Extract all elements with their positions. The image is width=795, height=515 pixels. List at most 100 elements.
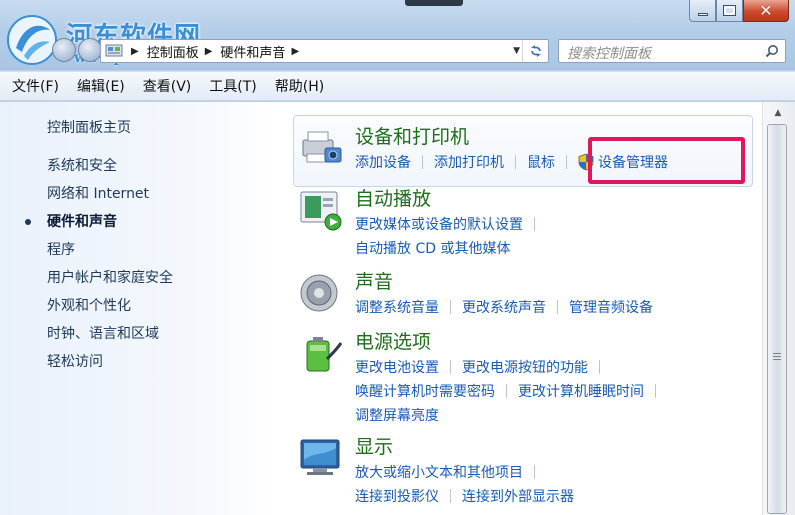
- category-title-power[interactable]: 电源选项: [355, 327, 431, 354]
- speaker-icon: [300, 274, 338, 312]
- sidebar-item-label: 轻松访问: [47, 354, 103, 370]
- minimize-icon: [697, 13, 708, 16]
- sidebar-item-label: 系统和安全: [47, 158, 117, 174]
- link-add-device[interactable]: 添加设备: [355, 152, 411, 172]
- menu-tools[interactable]: 工具(T): [209, 76, 256, 96]
- sidebar-item-ease-of-access[interactable]: 轻松访问: [47, 352, 173, 380]
- category-links-autoplay: 更改媒体或设备的默认设置 自动播放 CD 或其他媒体: [355, 212, 546, 260]
- caption-buttons: ✕: [689, 0, 789, 22]
- link-change-power-buttons[interactable]: 更改电源按钮的功能: [462, 357, 588, 377]
- link-separator: [506, 384, 507, 398]
- control-panel-icon: [103, 40, 125, 62]
- link-change-sleep-time[interactable]: 更改计算机睡眠时间: [518, 381, 644, 401]
- breadcrumb-arrow-icon[interactable]: ▶: [131, 46, 139, 57]
- address-dropdown-icon[interactable]: ▼: [513, 46, 520, 56]
- breadcrumb-control-panel[interactable]: 控制面板: [147, 42, 199, 61]
- category-title-devices[interactable]: 设备和打印机: [355, 122, 469, 149]
- main-panel: 设备和打印机 添加设备 添加打印机 鼠标 设备管理器 自动播放 更改媒体或设备的…: [277, 102, 762, 515]
- link-change-battery-settings[interactable]: 更改电池设置: [355, 357, 439, 377]
- link-mouse[interactable]: 鼠标: [527, 152, 555, 172]
- category-links-display: 放大或缩小文本和其他项目 连接到投影仪 连接到外部显示器: [355, 460, 574, 508]
- active-bullet-icon: [25, 219, 31, 225]
- scroll-grip-icon: [773, 353, 781, 362]
- breadcrumb-arrow-icon[interactable]: ▶: [205, 46, 213, 57]
- link-separator: [557, 300, 558, 314]
- breadcrumb-hardware-sound[interactable]: 硬件和声音: [220, 42, 285, 61]
- monitor-icon: [300, 439, 340, 475]
- link-separator: [450, 360, 451, 374]
- sidebar: 控制面板主页 系统和安全 网络和 Internet 硬件和声音 程序 用户帐户和…: [0, 102, 277, 515]
- menu-help[interactable]: 帮助(H): [275, 76, 324, 96]
- scroll-thumb[interactable]: [767, 124, 787, 514]
- menu-edit[interactable]: 编辑(E): [77, 76, 125, 96]
- link-manage-audio-devices[interactable]: 管理音频设备: [569, 297, 653, 317]
- link-separator: [566, 155, 567, 169]
- menu-bar: 文件(F) 编辑(E) 查看(V) 工具(T) 帮助(H): [0, 71, 795, 101]
- search-placeholder: 搜索控制面板: [567, 46, 651, 62]
- sidebar-item-programs[interactable]: 程序: [47, 240, 173, 268]
- sidebar-item-hardware-sound[interactable]: 硬件和声音: [25, 212, 173, 240]
- link-connect-projector[interactable]: 连接到投影仪: [355, 486, 439, 506]
- link-autoplay-cd[interactable]: 自动播放 CD 或其他媒体: [355, 238, 510, 258]
- vertical-scrollbar[interactable]: ▲: [762, 102, 795, 515]
- sidebar-item-label: 程序: [47, 242, 75, 258]
- sidebar-item-network-internet[interactable]: 网络和 Internet: [47, 184, 173, 212]
- close-icon: ✕: [759, 0, 773, 20]
- search-icon[interactable]: [765, 44, 779, 58]
- sidebar-list: 系统和安全 网络和 Internet 硬件和声音 程序 用户帐户和家庭安全 外观…: [25, 156, 173, 380]
- refresh-button[interactable]: [522, 40, 548, 62]
- link-device-manager[interactable]: 设备管理器: [578, 152, 668, 172]
- sidebar-item-system-security[interactable]: 系统和安全: [47, 156, 173, 184]
- maximize-icon: [723, 5, 736, 16]
- breadcrumb-arrow-icon[interactable]: ▶: [291, 46, 299, 57]
- top-notch: [405, 0, 463, 6]
- link-separator: [515, 155, 516, 169]
- sidebar-item-appearance[interactable]: 外观和个性化: [47, 296, 173, 324]
- forward-button[interactable]: [78, 38, 102, 62]
- sidebar-home-link[interactable]: 控制面板主页: [47, 117, 131, 137]
- link-separator: [450, 489, 451, 503]
- sidebar-item-clock-region[interactable]: 时钟、语言和区域: [47, 324, 173, 352]
- sidebar-item-user-accounts[interactable]: 用户帐户和家庭安全: [47, 268, 173, 296]
- battery-icon: [306, 337, 343, 372]
- sidebar-item-label: 用户帐户和家庭安全: [47, 270, 173, 286]
- uac-shield-icon: [578, 153, 594, 171]
- window-chrome: 河东软件网 www.pc0359.cn ✕ ▶ 控制面板 ▶ 硬件和声音 ▶ ▼: [0, 0, 795, 70]
- sidebar-item-label: 时钟、语言和区域: [47, 326, 159, 342]
- search-input[interactable]: 搜索控制面板: [558, 39, 786, 63]
- category-title-sound[interactable]: 声音: [355, 267, 393, 294]
- link-change-media-defaults[interactable]: 更改媒体或设备的默认设置: [355, 214, 523, 234]
- close-button[interactable]: ✕: [743, 0, 789, 22]
- content-area: 控制面板主页 系统和安全 网络和 Internet 硬件和声音 程序 用户帐户和…: [0, 102, 795, 515]
- sidebar-item-label: 外观和个性化: [47, 298, 131, 314]
- link-adjust-volume[interactable]: 调整系统音量: [355, 297, 439, 317]
- link-adjust-brightness[interactable]: 调整屏幕亮度: [355, 405, 439, 425]
- autoplay-icon: [300, 191, 342, 231]
- menu-file[interactable]: 文件(F): [12, 76, 59, 96]
- category-links-sound: 调整系统音量 更改系统声音 管理音频设备: [355, 295, 653, 319]
- sidebar-item-label: 硬件和声音: [47, 214, 117, 230]
- sidebar-item-label: 网络和 Internet: [47, 186, 150, 202]
- link-separator: [450, 300, 451, 314]
- category-links-devices: 添加设备 添加打印机 鼠标 设备管理器: [355, 150, 668, 174]
- link-separator: [422, 155, 423, 169]
- category-title-display[interactable]: 显示: [355, 432, 393, 459]
- link-require-password-wake[interactable]: 唤醒计算机时需要密码: [355, 381, 495, 401]
- maximize-button[interactable]: [716, 0, 743, 22]
- link-device-manager-label: 设备管理器: [598, 155, 668, 171]
- menu-view[interactable]: 查看(V): [143, 76, 192, 96]
- link-separator: [599, 360, 600, 374]
- back-button[interactable]: [52, 38, 76, 62]
- category-title-autoplay[interactable]: 自动播放: [355, 184, 431, 211]
- printer-camera-icon: [302, 131, 342, 163]
- watermark-logo-icon: [7, 15, 57, 65]
- scroll-up-arrow-icon[interactable]: ▲: [769, 108, 787, 122]
- category-links-power: 更改电池设置 更改电源按钮的功能 唤醒计算机时需要密码 更改计算机睡眠时间 调整…: [355, 355, 667, 427]
- link-separator: [534, 465, 535, 479]
- link-add-printer[interactable]: 添加打印机: [434, 152, 504, 172]
- address-bar[interactable]: ▶ 控制面板 ▶ 硬件和声音 ▶ ▼: [100, 39, 549, 63]
- link-scale-text[interactable]: 放大或缩小文本和其他项目: [355, 462, 523, 482]
- link-connect-external-display[interactable]: 连接到外部显示器: [462, 486, 574, 506]
- link-change-system-sounds[interactable]: 更改系统声音: [462, 297, 546, 317]
- minimize-button[interactable]: [689, 0, 716, 22]
